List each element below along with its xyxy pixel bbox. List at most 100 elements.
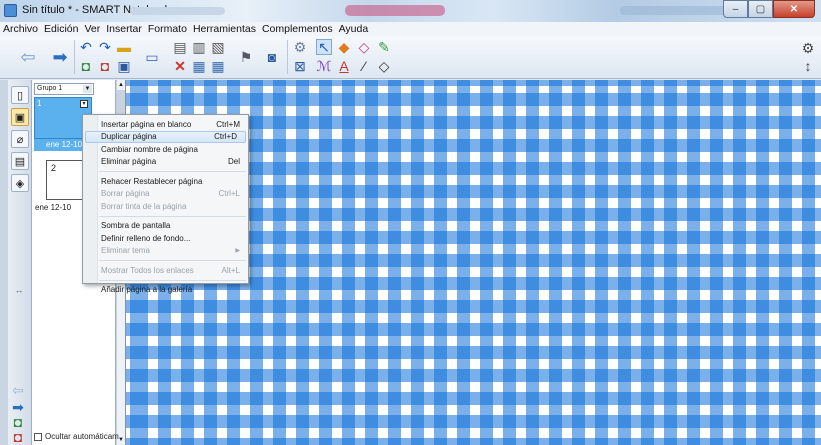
menu-item-shortcut: Ctrl+M <box>216 119 240 129</box>
move-toolbar-icon[interactable]: ↕ <box>800 58 816 74</box>
menu-item-set-background-fill[interactable]: Definir relleno de fondo... <box>83 232 248 245</box>
shape-fill-icon[interactable]: ◆ <box>336 39 352 55</box>
paste-icon[interactable]: ▤ <box>172 39 188 55</box>
close-button[interactable]: ✕ <box>773 0 815 18</box>
redo-icon[interactable]: ↷ <box>97 39 113 55</box>
menu-item-label: Borrar página <box>101 189 150 199</box>
autohide-checkbox[interactable] <box>34 432 42 441</box>
maximize-button[interactable]: ▢ <box>748 0 773 18</box>
menu-item-label: Añadir página a la galería <box>101 285 193 295</box>
menu-formato[interactable]: Formato <box>148 23 187 35</box>
menu-item-rename-page[interactable]: Cambiar nombre de página <box>83 143 248 156</box>
group-select-value: Grupo 1 <box>37 85 63 92</box>
properties-icon[interactable]: ⚙ <box>292 39 308 55</box>
menu-ver[interactable]: Ver <box>84 23 100 35</box>
title-bar-highlight <box>130 7 225 15</box>
screen-shade-icon[interactable]: ▭ <box>144 49 160 65</box>
previous-page-icon[interactable]: ⇦ <box>10 382 26 398</box>
menu-separator <box>99 171 246 172</box>
magic-pen-icon[interactable]: ✎ <box>376 39 392 55</box>
document-camera-icon[interactable]: ⚑ <box>238 49 254 65</box>
submenu-arrow-icon: ▶ <box>235 248 240 255</box>
menu-item-label: Rehacer Restablecer página <box>101 176 203 186</box>
menu-item-show-all-links: Mostrar Todos los enlaces Alt+L <box>83 264 248 277</box>
eraser-icon[interactable]: ◇ <box>356 39 372 55</box>
next-page-icon[interactable]: ➡ <box>10 399 26 415</box>
resize-panel-icon[interactable]: ↔ <box>11 282 27 298</box>
minimize-button[interactable]: – <box>723 0 748 18</box>
add-page-icon[interactable]: ◘ <box>10 414 26 430</box>
open-folder-icon[interactable]: ▬ <box>116 39 132 55</box>
title-bar-highlight <box>345 5 445 16</box>
menu-item-label: Eliminar página <box>101 157 157 167</box>
undo-icon[interactable]: ↶ <box>78 39 94 55</box>
save-icon[interactable]: ▣ <box>116 58 132 74</box>
properties-tab[interactable]: ▤ <box>11 152 29 170</box>
menu-item-shortcut: Ctrl+L <box>218 189 240 199</box>
menu-item-label: Insertar página en blanco <box>101 119 192 129</box>
menu-item-label: Sombra de pantalla <box>101 221 171 231</box>
menu-item-label: Definir relleno de fondo... <box>101 233 191 243</box>
menu-edicion[interactable]: Edición <box>44 23 78 35</box>
add-page-icon[interactable]: ◘ <box>78 58 94 74</box>
measure-tools-icon[interactable]: ⊠ <box>292 58 308 74</box>
menu-separator <box>99 215 246 217</box>
autohide-label: Ocultar automáticam <box>45 432 119 441</box>
page-menu-icon[interactable]: ▾ <box>80 100 88 108</box>
delete-page-icon[interactable]: ◘ <box>97 58 113 74</box>
settings-icon[interactable]: ⚙ <box>800 40 816 56</box>
shapes-icon[interactable]: ◇ <box>376 58 392 74</box>
pens-icon[interactable]: ℳ <box>316 58 332 74</box>
menu-item-label: Eliminar tema <box>101 246 150 256</box>
table-insert-icon[interactable]: ▦ <box>210 58 226 74</box>
menu-item-screen-shade[interactable]: Sombra de pantalla <box>83 220 248 233</box>
properties-icon: ▤ <box>14 155 26 168</box>
menu-insertar[interactable]: Insertar <box>106 23 142 35</box>
menu-herramientas[interactable]: Herramientas <box>193 23 256 35</box>
addons-tab[interactable]: ◈ <box>11 174 29 192</box>
page-number: 2 <box>51 163 57 173</box>
menu-archivo[interactable]: Archivo <box>3 23 38 35</box>
menu-item-label: Borrar tinta de la página <box>101 201 187 211</box>
group-select[interactable]: Grupo 1 ▼ <box>34 83 94 95</box>
menu-ayuda[interactable]: Ayuda <box>339 23 369 35</box>
select-icon[interactable]: ↖ <box>316 39 332 55</box>
menu-item-shortcut: Del <box>227 157 240 167</box>
menu-bar: Archivo Edición Ver Insertar Formato Her… <box>0 22 821 36</box>
back-arrow-icon[interactable]: ⇦ <box>20 48 36 66</box>
table-icon[interactable]: ▦ <box>191 58 207 74</box>
menu-item-insert-blank-page[interactable]: Insertar página en blanco Ctrl+M <box>83 118 248 131</box>
menu-separator <box>99 279 246 281</box>
magic-view-icon[interactable]: ◙ <box>264 49 280 65</box>
menu-item-add-page-to-gallery[interactable]: Añadir página a la galería <box>83 284 248 297</box>
page-context-menu: Insertar página en blanco Ctrl+M Duplica… <box>82 114 249 294</box>
main-toolbar: ⇦ ➡ ↶ ↷ ▬ ◘ ◘ ▣ ▭ ▤ ▥ ▧ ✕ ▦ ▦ ⚑ ◙ ⚙ ⊠ ↖ … <box>0 36 821 79</box>
menu-item-clear-page: Borrar página Ctrl+L <box>83 188 248 201</box>
delete-icon[interactable]: ✕ <box>172 58 188 74</box>
menu-complementos[interactable]: Complementos <box>262 23 333 35</box>
page-sorter-tab[interactable]: ▯ <box>11 86 29 104</box>
menu-item-delete-page[interactable]: Eliminar página Del <box>83 156 248 169</box>
scroll-up-icon[interactable]: ▲ <box>117 80 125 90</box>
delete-page-icon[interactable]: ◘ <box>10 429 26 445</box>
attachments-tab[interactable]: ⌀ <box>11 130 29 148</box>
menu-item-shortcut: Ctrl+D <box>214 132 237 142</box>
menu-item-reset-page[interactable]: Rehacer Restablecer página <box>83 175 248 188</box>
chevron-down-icon: ▼ <box>83 85 92 93</box>
menu-item-duplicate-page[interactable]: Duplicar página Ctrl+D <box>85 130 246 143</box>
autohide-option[interactable]: Ocultar automáticam <box>34 432 119 441</box>
addons-icon: ◈ <box>15 177 25 190</box>
line-icon[interactable]: ⁄ <box>356 58 372 74</box>
dual-page-icon[interactable]: ▧ <box>210 39 226 55</box>
screen-capture-icon[interactable]: ▥ <box>191 39 207 55</box>
menu-item-label: Mostrar Todos los enlaces <box>101 265 194 275</box>
menu-item-label: Cambiar nombre de página <box>101 144 198 154</box>
text-icon[interactable]: A <box>336 58 352 74</box>
forward-arrow-icon[interactable]: ➡ <box>52 48 68 66</box>
title-bar-highlight <box>620 6 730 15</box>
menu-separator <box>99 260 246 261</box>
page-icon: ▯ <box>16 89 24 102</box>
gallery-icon: ▣ <box>14 111 26 124</box>
gallery-tab[interactable]: ▣ <box>11 108 29 126</box>
menu-item-shortcut: Alt+L <box>221 265 240 275</box>
